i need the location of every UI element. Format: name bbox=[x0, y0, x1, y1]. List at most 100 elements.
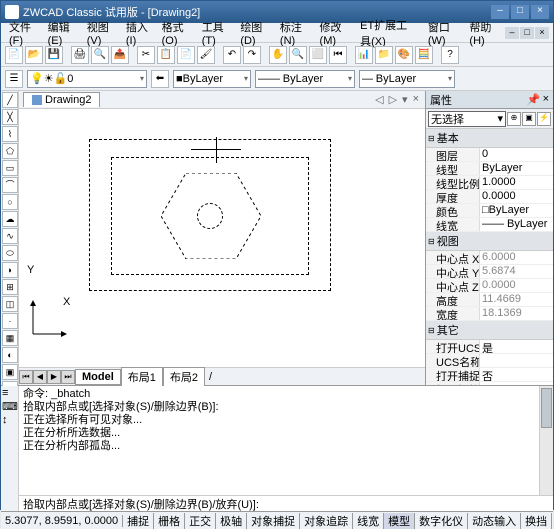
tab-layout1[interactable]: 布局1 bbox=[121, 367, 163, 387]
zoom-win-icon[interactable]: ⬜ bbox=[309, 46, 327, 64]
revcloud-icon[interactable]: ☁ bbox=[2, 211, 18, 227]
tab-close-icon[interactable]: × bbox=[411, 93, 421, 106]
doc-restore-button[interactable]: □ bbox=[520, 27, 534, 39]
mtab-prev-icon[interactable]: ◀ bbox=[33, 370, 47, 384]
tab-model[interactable]: Model bbox=[75, 369, 121, 385]
preview-icon[interactable]: 🔍 bbox=[91, 46, 109, 64]
ellipsearc-icon[interactable]: ◗ bbox=[2, 262, 18, 278]
polygon-icon[interactable]: ⬠ bbox=[2, 143, 18, 159]
arc-icon[interactable]: ⌒ bbox=[2, 177, 18, 193]
lineweight-combo[interactable]: — ByLayer▾ bbox=[359, 70, 455, 88]
line-icon[interactable]: ╱ bbox=[2, 92, 18, 108]
gradient-icon[interactable]: ◐ bbox=[2, 347, 18, 363]
layer-combo[interactable]: 💡☀🔓 0 ▾ bbox=[27, 70, 147, 88]
menu-window[interactable]: 窗口(W) bbox=[424, 17, 464, 49]
menu-insert[interactable]: 插入(I) bbox=[122, 17, 156, 49]
color-combo[interactable]: ■ByLayer▾ bbox=[173, 70, 251, 88]
otrack-toggle[interactable]: 对象追踪 bbox=[300, 513, 353, 529]
shift-toggle[interactable]: 换挡 bbox=[521, 513, 552, 529]
layer-name: 0 bbox=[67, 73, 73, 85]
menu-modify[interactable]: 修改(M) bbox=[316, 17, 355, 49]
menu-help[interactable]: 帮助(H) bbox=[465, 17, 503, 49]
mtab-first-icon[interactable]: ⏮ bbox=[19, 370, 33, 384]
selection-combo[interactable]: 无选择▾ bbox=[428, 111, 506, 127]
ortho-toggle[interactable]: 正交 bbox=[185, 513, 216, 529]
cut-icon[interactable]: ✂ bbox=[137, 46, 155, 64]
panel-close-icon[interactable]: × bbox=[543, 93, 549, 106]
close-button[interactable]: × bbox=[531, 5, 549, 19]
props-icon[interactable]: 📊 bbox=[355, 46, 373, 64]
tab-layout2[interactable]: 布局2 bbox=[163, 367, 205, 387]
calc-icon[interactable]: 🧮 bbox=[415, 46, 433, 64]
grid-toggle[interactable]: 栅格 bbox=[154, 513, 185, 529]
circle-icon[interactable]: ○ bbox=[2, 194, 18, 210]
properties-grid[interactable]: ⊟基本 图层0 线型ByLayer 线型比例1.0000 厚度0.0000 颜色… bbox=[426, 129, 553, 385]
menu-tools[interactable]: 工具(T) bbox=[198, 17, 235, 49]
snap-toggle[interactable]: 捕捉 bbox=[123, 513, 154, 529]
cmd-icon1[interactable]: ≡ bbox=[2, 387, 17, 399]
paste-icon[interactable]: 📄 bbox=[177, 46, 195, 64]
lwt-toggle[interactable]: 线宽 bbox=[353, 513, 384, 529]
tp-icon[interactable]: 🎨 bbox=[395, 46, 413, 64]
menu-dim[interactable]: 标注(N) bbox=[276, 17, 314, 49]
region-icon[interactable]: ▣ bbox=[2, 364, 18, 380]
pan-icon[interactable]: ✋ bbox=[269, 46, 287, 64]
linetype-combo[interactable]: —— ByLayer▾ bbox=[255, 70, 355, 88]
ellipse-icon[interactable]: ⬭ bbox=[2, 245, 18, 261]
rect-icon[interactable]: ▭ bbox=[2, 160, 18, 176]
doc-close-button[interactable]: × bbox=[535, 27, 549, 39]
spline-icon[interactable]: ∿ bbox=[2, 228, 18, 244]
tab-list-icon[interactable]: ▾ bbox=[400, 93, 410, 106]
qselect-icon[interactable]: ⚡ bbox=[537, 112, 551, 126]
hatch-icon[interactable]: ▦ bbox=[2, 330, 18, 346]
menu-format[interactable]: 格式(O) bbox=[158, 17, 196, 49]
point-icon[interactable]: · bbox=[2, 313, 18, 329]
pickadd-icon[interactable]: ⊕ bbox=[507, 112, 521, 126]
open-icon[interactable]: 📂 bbox=[25, 46, 43, 64]
redo-icon[interactable]: ↷ bbox=[243, 46, 261, 64]
tab-next-icon[interactable]: ▷ bbox=[387, 93, 399, 106]
command-input[interactable]: 拾取内部点或[选择对象(S)/删除边界(B)/放弃(U)]: bbox=[19, 495, 553, 511]
circle bbox=[197, 203, 223, 229]
osnap-toggle[interactable]: 对象捕捉 bbox=[247, 513, 300, 529]
help-icon[interactable]: ? bbox=[441, 46, 459, 64]
menu-edit[interactable]: 编辑(E) bbox=[44, 17, 81, 49]
command-scrollbar[interactable] bbox=[539, 386, 553, 495]
doc-minimize-button[interactable]: – bbox=[505, 27, 519, 39]
mtab-next-icon[interactable]: ▶ bbox=[47, 370, 61, 384]
tab-drawing2[interactable]: Drawing2 bbox=[23, 92, 100, 107]
layer-mgr-icon[interactable]: ☰ bbox=[5, 70, 23, 88]
tab-prev-icon[interactable]: ◁ bbox=[373, 93, 385, 106]
cmd-icon3[interactable]: ↕ bbox=[2, 414, 17, 426]
copy-icon[interactable]: 📋 bbox=[157, 46, 175, 64]
new-icon[interactable]: 📄 bbox=[5, 46, 23, 64]
xline-icon[interactable]: ╳ bbox=[2, 109, 18, 125]
mtab-last-icon[interactable]: ⏭ bbox=[61, 370, 75, 384]
undo-icon[interactable]: ↶ bbox=[223, 46, 241, 64]
polar-toggle[interactable]: 极轴 bbox=[216, 513, 247, 529]
match-icon[interactable]: 🖌 bbox=[197, 46, 215, 64]
zoom-rt-icon[interactable]: 🔍 bbox=[289, 46, 307, 64]
menu-view[interactable]: 视图(V) bbox=[83, 17, 120, 49]
zoom-prev-icon[interactable]: ⏮ bbox=[329, 46, 347, 64]
dc-icon[interactable]: 📁 bbox=[375, 46, 393, 64]
drawing-canvas[interactable]: YX bbox=[19, 109, 425, 367]
menu-file[interactable]: 文件(F) bbox=[5, 17, 42, 49]
model-toggle[interactable]: 模型 bbox=[384, 513, 415, 529]
dyn-toggle[interactable]: 动态输入 bbox=[468, 513, 521, 529]
coordinates[interactable]: 5.3077, 8.9591, 0.0000 bbox=[1, 515, 123, 527]
publish-icon[interactable]: 📤 bbox=[111, 46, 129, 64]
pline-icon[interactable]: ⌇ bbox=[2, 126, 18, 142]
select-icon[interactable]: ▣ bbox=[522, 112, 536, 126]
maximize-button[interactable]: □ bbox=[511, 5, 529, 19]
save-icon[interactable]: 💾 bbox=[45, 46, 63, 64]
command-history[interactable]: 命令: _bhatch 拾取内部点或[选择对象(S)/删除边界(B)]: 正在选… bbox=[19, 386, 539, 495]
layer-prev-icon[interactable]: ⬅ bbox=[151, 70, 169, 88]
insert-icon[interactable]: ⊞ bbox=[2, 279, 18, 295]
panel-pin-icon[interactable]: 📌 bbox=[527, 93, 541, 106]
print-icon[interactable]: 🖨 bbox=[71, 46, 89, 64]
cmd-icon2[interactable]: ⌨ bbox=[2, 400, 17, 413]
block-icon[interactable]: ◫ bbox=[2, 296, 18, 312]
tablet-toggle[interactable]: 数字化仪 bbox=[415, 513, 468, 529]
menu-draw[interactable]: 绘图(D) bbox=[236, 17, 274, 49]
